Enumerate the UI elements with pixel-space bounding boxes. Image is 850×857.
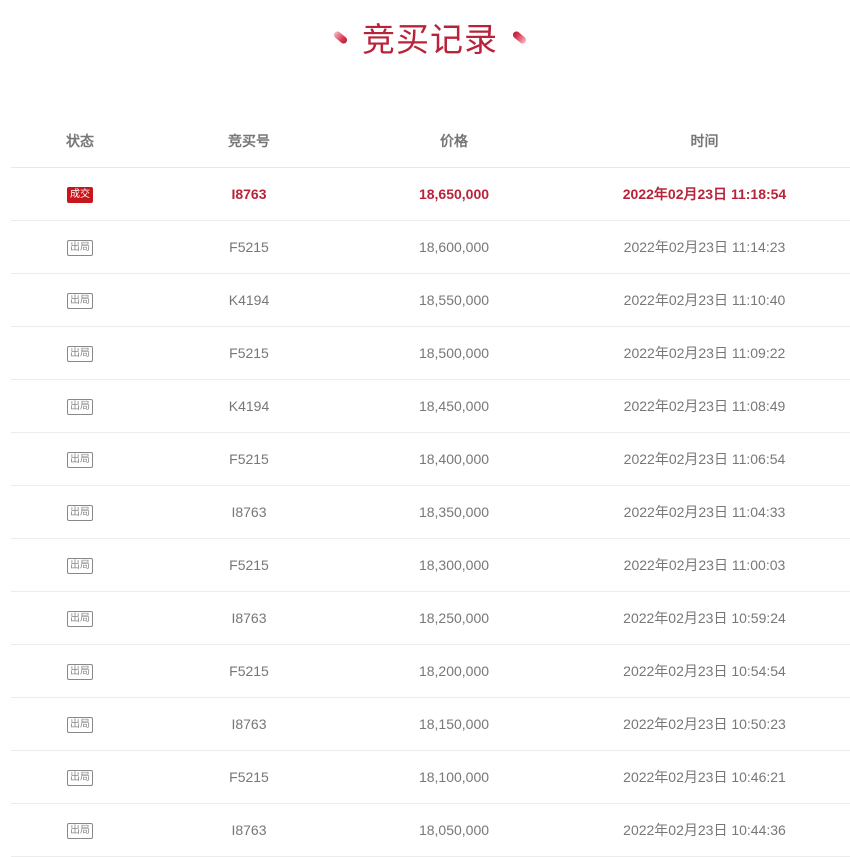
status-badge: 出局: [67, 451, 93, 468]
time-cell: 2022年02月23日 11:08:49: [559, 379, 850, 433]
time-cell: 2022年02月23日 11:06:54: [559, 432, 850, 486]
time-cell: 2022年02月23日 10:50:23: [559, 697, 850, 751]
table-header-row: 状态 竞买号 价格 时间: [11, 114, 850, 168]
price-cell: 18,250,000: [349, 591, 559, 645]
price-cell: 18,200,000: [349, 644, 559, 698]
price-cell: 18,300,000: [349, 538, 559, 592]
table-row: 出局 F5215 18,600,000 2022年02月23日 11:14:23: [11, 220, 850, 274]
column-header-time: 时间: [559, 114, 850, 168]
price-cell: 18,550,000: [349, 273, 559, 327]
bid-number-cell: I8763: [149, 167, 349, 221]
status-cell: 成交: [11, 167, 149, 221]
table-row: 出局 K4194 18,450,000 2022年02月23日 11:08:49: [11, 379, 850, 433]
bid-number-cell: I8763: [149, 485, 349, 539]
bid-number-cell: K4194: [149, 379, 349, 433]
status-badge: 出局: [67, 557, 93, 574]
time-cell: 2022年02月23日 10:46:21: [559, 750, 850, 804]
title-decoration-right: [511, 29, 528, 45]
status-badge: 出局: [67, 610, 93, 627]
time-cell: 2022年02月23日 11:14:23: [559, 220, 850, 274]
time-cell: 2022年02月23日 10:54:54: [559, 644, 850, 698]
status-cell: 出局: [11, 485, 149, 539]
price-cell: 18,050,000: [349, 803, 559, 857]
table-row: 出局 F5215 18,100,000 2022年02月23日 10:46:21: [11, 750, 850, 804]
status-badge: 出局: [67, 822, 93, 839]
table-row: 出局 F5215 18,500,000 2022年02月23日 11:09:22: [11, 326, 850, 380]
time-cell: 2022年02月23日 11:10:40: [559, 273, 850, 327]
bid-number-cell: K4194: [149, 273, 349, 327]
column-header-price: 价格: [349, 114, 559, 168]
status-badge: 出局: [67, 663, 93, 680]
time-cell: 2022年02月23日 11:04:33: [559, 485, 850, 539]
status-cell: 出局: [11, 538, 149, 592]
bid-number-cell: F5215: [149, 220, 349, 274]
price-cell: 18,650,000: [349, 167, 559, 221]
price-cell: 18,350,000: [349, 485, 559, 539]
bid-number-cell: F5215: [149, 750, 349, 804]
status-badge: 出局: [67, 345, 93, 362]
price-cell: 18,150,000: [349, 697, 559, 751]
status-cell: 出局: [11, 379, 149, 433]
status-cell: 出局: [11, 326, 149, 380]
bid-number-cell: F5215: [149, 644, 349, 698]
status-badge: 成交: [67, 186, 93, 203]
time-cell: 2022年02月23日 10:59:24: [559, 591, 850, 645]
table-row: 出局 I8763 18,150,000 2022年02月23日 10:50:23: [11, 697, 850, 751]
price-cell: 18,400,000: [349, 432, 559, 486]
title-decoration-left: [332, 29, 349, 45]
status-cell: 出局: [11, 220, 149, 274]
bid-number-cell: I8763: [149, 803, 349, 857]
status-cell: 出局: [11, 803, 149, 857]
page-header: 竞买记录: [0, 12, 850, 62]
table-row: 出局 F5215 18,400,000 2022年02月23日 11:06:54: [11, 432, 850, 486]
table-row: 出局 F5215 18,300,000 2022年02月23日 11:00:03: [11, 538, 850, 592]
bid-number-cell: F5215: [149, 326, 349, 380]
bid-number-cell: I8763: [149, 697, 349, 751]
time-cell: 2022年02月23日 10:44:36: [559, 803, 850, 857]
status-cell: 出局: [11, 432, 149, 486]
time-cell: 2022年02月23日 11:09:22: [559, 326, 850, 380]
table-row: 出局 K4194 18,550,000 2022年02月23日 11:10:40: [11, 273, 850, 327]
status-badge: 出局: [67, 769, 93, 786]
price-cell: 18,500,000: [349, 326, 559, 380]
status-badge: 出局: [67, 716, 93, 733]
status-cell: 出局: [11, 273, 149, 327]
column-header-status: 状态: [11, 114, 149, 168]
status-badge: 出局: [67, 398, 93, 415]
table-row: 出局 I8763 18,050,000 2022年02月23日 10:44:36: [11, 803, 850, 857]
time-cell: 2022年02月23日 11:18:54: [559, 167, 850, 221]
table-row: 出局 I8763 18,350,000 2022年02月23日 11:04:33: [11, 485, 850, 539]
price-cell: 18,600,000: [349, 220, 559, 274]
bid-record-table: 状态 竞买号 价格 时间 成交 I8763 18,650,000 2022年02月23…: [11, 114, 850, 857]
status-cell: 出局: [11, 591, 149, 645]
time-cell: 2022年02月23日 11:00:03: [559, 538, 850, 592]
bid-number-cell: F5215: [149, 432, 349, 486]
status-badge: 出局: [67, 504, 93, 521]
table-row: 成交 I8763 18,650,000 2022年02月23日 11:18:54: [11, 167, 850, 221]
status-cell: 出局: [11, 697, 149, 751]
bid-number-cell: I8763: [149, 591, 349, 645]
price-cell: 18,450,000: [349, 379, 559, 433]
status-badge: 出局: [67, 239, 93, 256]
status-badge: 出局: [67, 292, 93, 309]
status-cell: 出局: [11, 644, 149, 698]
price-cell: 18,100,000: [349, 750, 559, 804]
table-row: 出局 I8763 18,250,000 2022年02月23日 10:59:24: [11, 591, 850, 645]
page-title: 竞买记录: [362, 20, 498, 59]
bid-number-cell: F5215: [149, 538, 349, 592]
column-header-bid-no: 竞买号: [149, 114, 349, 168]
status-cell: 出局: [11, 750, 149, 804]
table-row: 出局 F5215 18,200,000 2022年02月23日 10:54:54: [11, 644, 850, 698]
